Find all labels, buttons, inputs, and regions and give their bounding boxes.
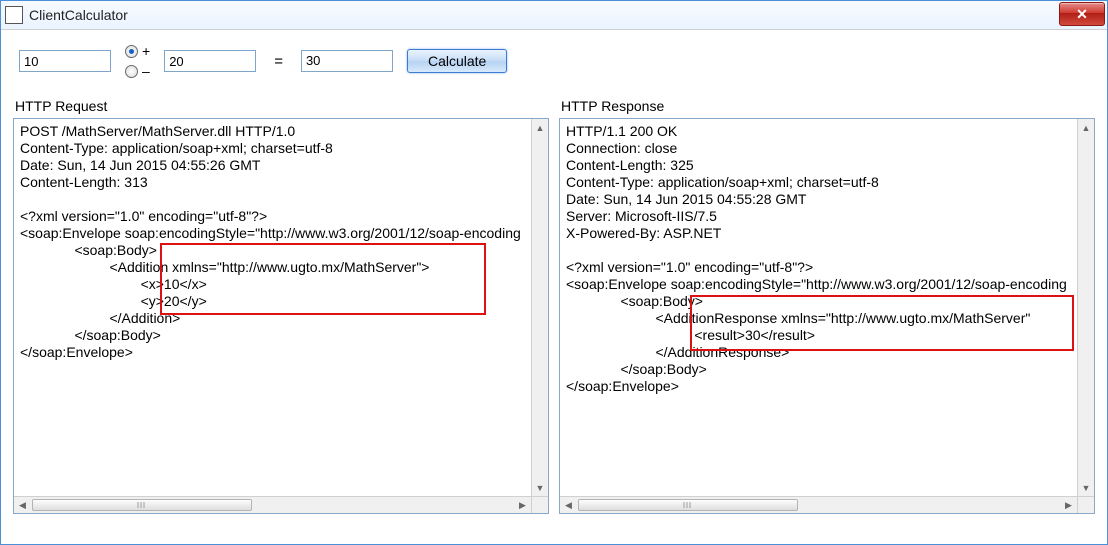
titlebar: ClientCalculator ✕ bbox=[1, 1, 1107, 30]
request-hscroll-thumb[interactable] bbox=[32, 499, 252, 511]
request-box: POST /MathServer/MathServer.dll HTTP/1.0… bbox=[13, 118, 549, 514]
response-horizontal-scrollbar[interactable]: ◀ ▶ bbox=[560, 496, 1077, 513]
radio-plus-dot-icon bbox=[125, 45, 138, 58]
request-horizontal-scrollbar[interactable]: ◀ ▶ bbox=[14, 496, 531, 513]
radio-plus-label: + bbox=[142, 44, 150, 58]
window-title: ClientCalculator bbox=[29, 7, 128, 23]
response-panel: HTTP Response HTTP/1.1 200 OK Connection… bbox=[559, 88, 1095, 514]
radio-minus[interactable]: – bbox=[125, 64, 150, 78]
equals-label: = bbox=[270, 53, 287, 70]
scroll-left-icon[interactable]: ◀ bbox=[560, 497, 577, 513]
scroll-up-icon[interactable]: ▲ bbox=[1078, 119, 1094, 136]
request-text[interactable]: POST /MathServer/MathServer.dll HTTP/1.0… bbox=[14, 119, 531, 496]
radio-minus-dot-icon bbox=[125, 65, 138, 78]
app-window: ClientCalculator ✕ + – = 30 Calculate HT… bbox=[0, 0, 1108, 545]
scroll-down-icon[interactable]: ▼ bbox=[1078, 479, 1094, 496]
response-scroll-corner bbox=[1077, 496, 1094, 513]
radio-minus-label: – bbox=[142, 64, 150, 78]
panels: HTTP Request POST /MathServer/MathServer… bbox=[1, 88, 1107, 526]
scroll-right-icon[interactable]: ▶ bbox=[514, 497, 531, 513]
operand1-input[interactable] bbox=[19, 50, 111, 72]
scroll-down-icon[interactable]: ▼ bbox=[532, 479, 548, 496]
radio-plus[interactable]: + bbox=[125, 44, 150, 58]
response-box: HTTP/1.1 200 OK Connection: close Conten… bbox=[559, 118, 1095, 514]
scroll-up-icon[interactable]: ▲ bbox=[532, 119, 548, 136]
close-icon: ✕ bbox=[1076, 6, 1088, 23]
scroll-right-icon[interactable]: ▶ bbox=[1060, 497, 1077, 513]
close-button[interactable]: ✕ bbox=[1059, 2, 1105, 26]
response-vertical-scrollbar[interactable]: ▲ ▼ bbox=[1077, 119, 1094, 496]
request-vertical-scrollbar[interactable]: ▲ ▼ bbox=[531, 119, 548, 496]
result-output: 30 bbox=[301, 50, 393, 72]
operand2-input[interactable] bbox=[164, 50, 256, 72]
request-label: HTTP Request bbox=[15, 98, 549, 114]
response-hscroll-thumb[interactable] bbox=[578, 499, 798, 511]
request-panel: HTTP Request POST /MathServer/MathServer… bbox=[13, 88, 549, 514]
request-scroll-corner bbox=[531, 496, 548, 513]
app-icon bbox=[5, 6, 23, 24]
scroll-left-icon[interactable]: ◀ bbox=[14, 497, 31, 513]
input-row: + – = 30 Calculate bbox=[1, 30, 1107, 88]
response-text[interactable]: HTTP/1.1 200 OK Connection: close Conten… bbox=[560, 119, 1077, 496]
calculate-button[interactable]: Calculate bbox=[407, 49, 507, 73]
response-label: HTTP Response bbox=[561, 98, 1095, 114]
operation-radiogroup: + – bbox=[125, 44, 150, 78]
